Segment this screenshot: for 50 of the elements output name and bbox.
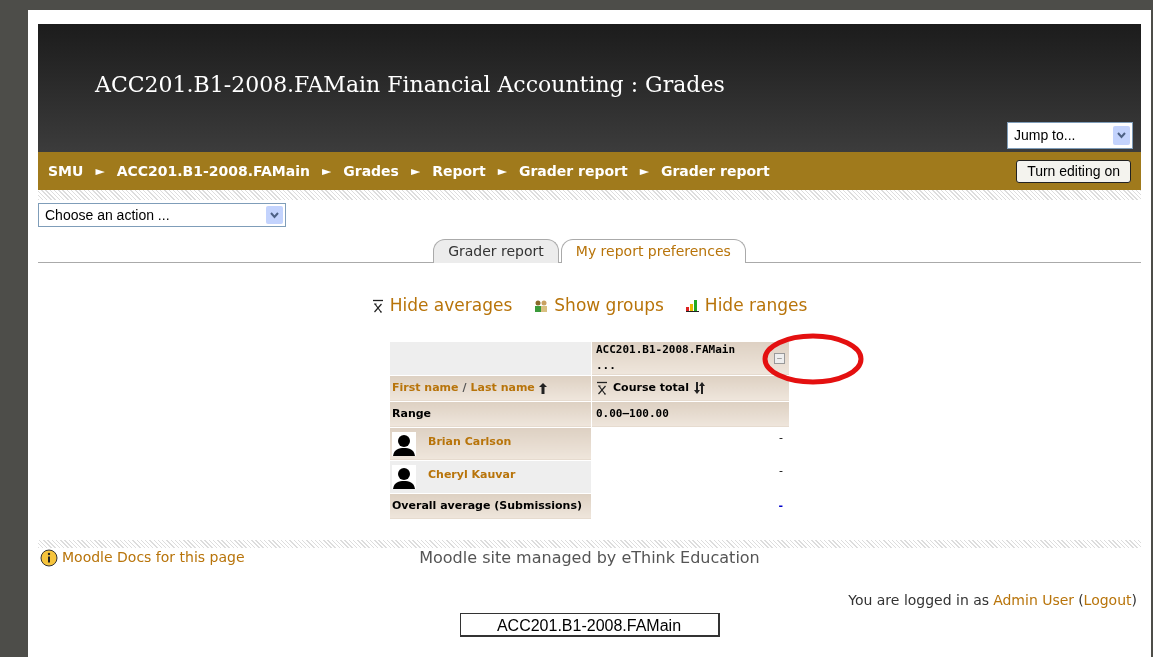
average-value: - (778, 498, 783, 512)
logout-link[interactable]: Logout (1083, 589, 1132, 611)
user-silhouette-icon (392, 431, 416, 456)
category-header: ACC201.B1-2008.FAMain ... (596, 341, 737, 374)
page-title: ACC201.B1-2008.FAMain Financial Accounting : Grades (95, 71, 725, 99)
sort-icon (694, 382, 705, 394)
breadcrumb-separator: ► (410, 163, 421, 180)
separator-text: / (462, 379, 467, 396)
breadcrumb-separator: ► (95, 163, 105, 180)
site-managed-text: Moodle site managed by eThink Education (419, 546, 760, 569)
grade-value: - (779, 463, 783, 477)
paren-text: ( (1078, 590, 1084, 610)
course-button[interactable]: ACC201.B1-2008.FAMain (459, 612, 720, 637)
tab[interactable]: My report preferences (560, 239, 746, 263)
breadcrumb-separator: ► (322, 163, 332, 180)
breadcrumb-separator: ► (639, 163, 649, 180)
mean-symbol-icon (371, 298, 384, 313)
row-label: Overall average (Submissions) (392, 498, 582, 512)
choose-action-select[interactable]: Choose an action ... (38, 203, 286, 227)
breadcrumb-link[interactable]: Grader report (518, 160, 628, 182)
turn-editing-on-button[interactable]: Turn editing on (1016, 159, 1131, 183)
sort-up-icon (538, 382, 547, 394)
toggle-link[interactable]: Hide ranges (704, 293, 808, 319)
breadcrumb-link[interactable]: Report (432, 160, 486, 182)
bar-chart-icon (685, 299, 699, 313)
tab[interactable]: Grader report (433, 239, 559, 263)
people-icon (534, 298, 549, 313)
select-value: Jump to... (1014, 126, 1076, 145)
grade-value: - (779, 430, 783, 444)
breadcrumb-link[interactable]: Grades (343, 160, 399, 182)
paren-text: ) (1131, 590, 1137, 610)
jump-to-select[interactable]: Jump to... (1007, 122, 1133, 149)
toggle-link[interactable]: Show groups (554, 293, 664, 319)
info-icon (40, 548, 58, 567)
select-value: Choose an action ... (45, 205, 170, 225)
breadcrumb-link[interactable]: SMU (48, 160, 84, 182)
toggle-link[interactable]: Hide averages (389, 293, 513, 319)
user-silhouette-icon (392, 464, 416, 489)
user-link[interactable]: Admin User (993, 589, 1075, 611)
sort-link[interactable]: First name (392, 379, 459, 397)
moodle-docs-link[interactable]: Moodle Docs for this page (62, 547, 245, 568)
logged-in-text: You are logged in as (848, 590, 990, 610)
range-value: 0.00–100.00 (596, 406, 669, 420)
row-label: Range (392, 406, 432, 420)
breadcrumb-link[interactable]: Grader report (660, 160, 770, 182)
breadcrumb-link[interactable]: ACC201.B1-2008.FAMain (116, 160, 310, 182)
sort-link[interactable]: Last name (470, 379, 535, 397)
mean-symbol-icon (596, 381, 608, 395)
breadcrumb-separator: ► (497, 163, 507, 180)
collapse-button[interactable]: − (774, 352, 785, 364)
